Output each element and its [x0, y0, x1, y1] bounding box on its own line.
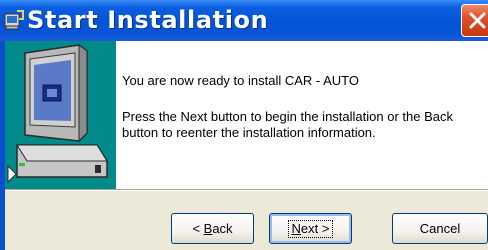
cancel-button-label: Cancel [419, 221, 461, 236]
close-icon [469, 12, 486, 29]
computer-icon [7, 44, 108, 184]
title-bar[interactable]: Start Installation [0, 0, 488, 41]
instructions-line-2: button to reenter the installation infor… [122, 125, 376, 140]
window-title: Start Installation [27, 6, 269, 34]
next-button[interactable]: Next > [269, 213, 352, 244]
back-button-label: ack [212, 221, 233, 236]
next-button-focus: Next > [287, 220, 334, 238]
sidebar-panel [5, 41, 116, 189]
next-button-label: ext > [300, 221, 330, 236]
close-button[interactable] [461, 4, 488, 37]
back-button-prefix: < [192, 221, 204, 236]
button-separator [5, 189, 488, 191]
back-button[interactable]: < Back [171, 213, 254, 244]
content-panel: You are now ready to install CAR - AUTO … [116, 41, 488, 189]
instructions-line-1: Press the Next button to begin the insta… [122, 109, 453, 124]
cancel-button[interactable]: Cancel [392, 213, 488, 244]
next-button-mnemonic: N [291, 221, 301, 236]
ready-message: You are now ready to install CAR - AUTO [122, 73, 360, 88]
installer-app-icon [3, 9, 25, 31]
